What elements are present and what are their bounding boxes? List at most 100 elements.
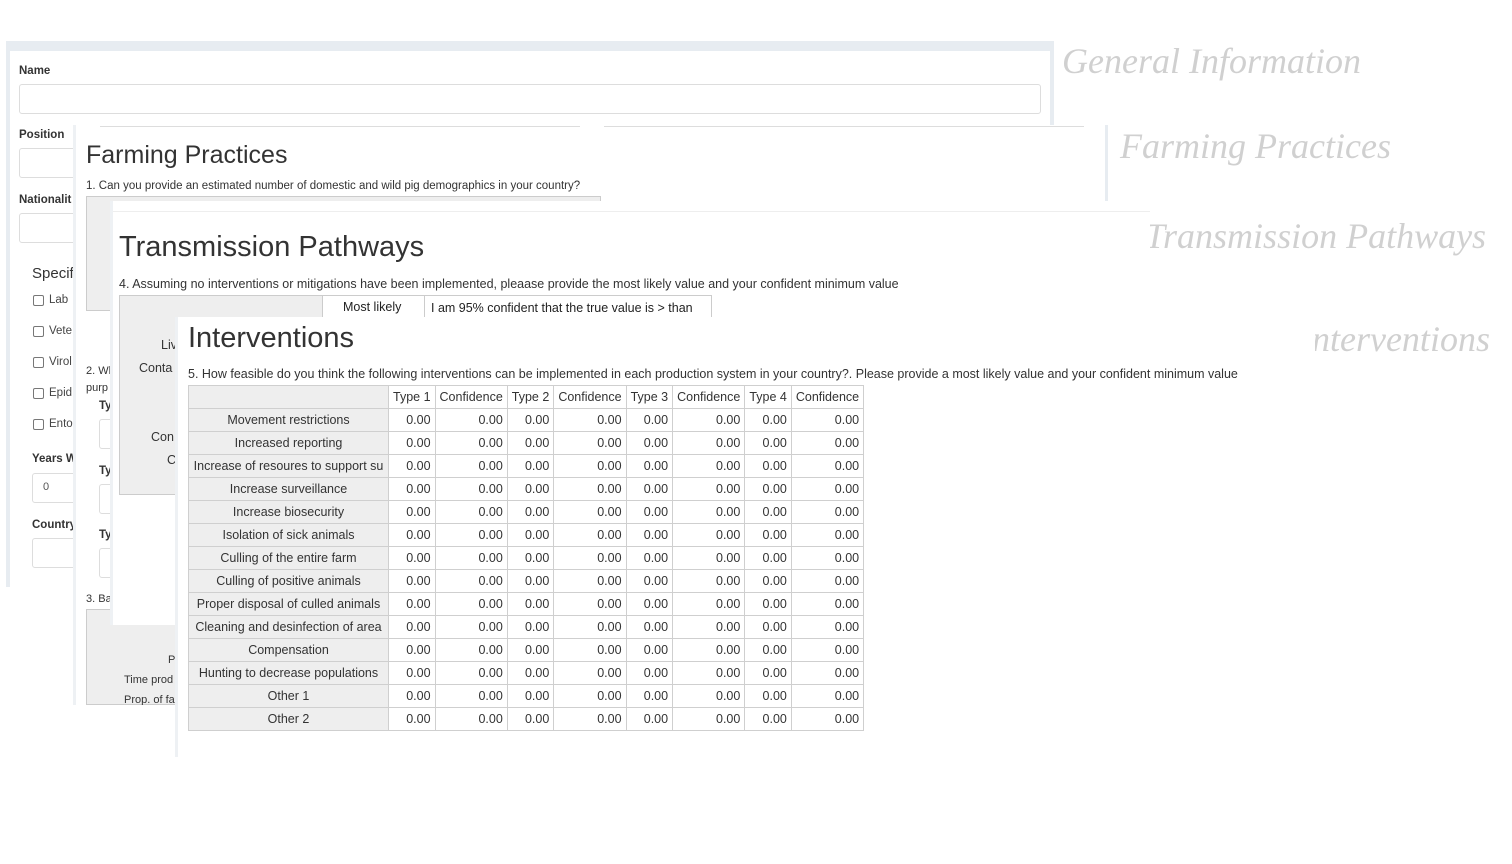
- value-cell[interactable]: 0.00: [434, 454, 508, 478]
- value-cell[interactable]: 0.00: [553, 500, 627, 524]
- value-cell[interactable]: 0.00: [672, 500, 746, 524]
- value-cell[interactable]: 0.00: [744, 523, 792, 547]
- value-cell[interactable]: 0.00: [553, 546, 627, 570]
- value-cell[interactable]: 0.00: [388, 500, 436, 524]
- value-cell[interactable]: 0.00: [434, 431, 508, 455]
- value-cell[interactable]: 0.00: [790, 477, 865, 501]
- value-cell[interactable]: 0.00: [672, 638, 746, 662]
- value-cell[interactable]: 0.00: [672, 569, 746, 593]
- value-cell[interactable]: 0.00: [434, 523, 508, 547]
- value-cell[interactable]: 0.00: [388, 546, 436, 570]
- value-cell[interactable]: 0.00: [744, 454, 792, 478]
- checkbox-box[interactable]: [33, 294, 44, 306]
- value-cell[interactable]: 0.00: [506, 569, 555, 593]
- value-cell[interactable]: 0.00: [790, 546, 865, 570]
- value-cell[interactable]: 0.00: [434, 661, 508, 685]
- checkbox-box[interactable]: [33, 356, 44, 368]
- value-cell[interactable]: 0.00: [790, 615, 865, 639]
- value-cell[interactable]: 0.00: [744, 546, 792, 570]
- value-cell[interactable]: 0.00: [744, 408, 792, 432]
- value-cell[interactable]: 0.00: [744, 615, 792, 639]
- value-cell[interactable]: 0.00: [625, 661, 674, 685]
- value-cell[interactable]: 0.00: [553, 661, 627, 685]
- value-cell[interactable]: 0.00: [625, 477, 674, 501]
- value-cell[interactable]: 0.00: [553, 684, 627, 708]
- value-cell[interactable]: 0.00: [553, 454, 627, 478]
- value-cell[interactable]: 0.00: [744, 707, 792, 731]
- value-cell[interactable]: 0.00: [553, 592, 627, 616]
- value-cell[interactable]: 0.00: [434, 592, 508, 616]
- value-cell[interactable]: 0.00: [434, 408, 508, 432]
- value-cell[interactable]: 0.00: [388, 523, 436, 547]
- value-cell[interactable]: 0.00: [625, 569, 674, 593]
- value-cell[interactable]: 0.00: [744, 684, 792, 708]
- value-cell[interactable]: 0.00: [744, 569, 792, 593]
- checkbox-epidemiology[interactable]: Epid: [33, 387, 72, 399]
- value-cell[interactable]: 0.00: [790, 431, 865, 455]
- value-cell[interactable]: 0.00: [625, 523, 674, 547]
- value-cell[interactable]: 0.00: [434, 684, 508, 708]
- value-cell[interactable]: 0.00: [790, 454, 865, 478]
- value-cell[interactable]: 0.00: [672, 454, 746, 478]
- value-cell[interactable]: 0.00: [388, 431, 436, 455]
- checkbox-box[interactable]: [33, 387, 44, 399]
- value-cell[interactable]: 0.00: [388, 615, 436, 639]
- value-cell[interactable]: 0.00: [553, 569, 627, 593]
- value-cell[interactable]: 0.00: [506, 615, 555, 639]
- value-cell[interactable]: 0.00: [506, 661, 555, 685]
- value-cell[interactable]: 0.00: [553, 408, 627, 432]
- name-input[interactable]: [19, 84, 1041, 114]
- value-cell[interactable]: 0.00: [790, 569, 865, 593]
- value-cell[interactable]: 0.00: [672, 684, 746, 708]
- value-cell[interactable]: 0.00: [672, 431, 746, 455]
- checkbox-box[interactable]: [33, 418, 44, 430]
- checkbox-entomology[interactable]: Ento: [33, 418, 73, 430]
- value-cell[interactable]: 0.00: [506, 500, 555, 524]
- value-cell[interactable]: 0.00: [744, 661, 792, 685]
- value-cell[interactable]: 0.00: [434, 569, 508, 593]
- value-cell[interactable]: 0.00: [790, 707, 865, 731]
- value-cell[interactable]: 0.00: [790, 500, 865, 524]
- value-cell[interactable]: 0.00: [388, 408, 436, 432]
- value-cell[interactable]: 0.00: [506, 454, 555, 478]
- value-cell[interactable]: 0.00: [672, 477, 746, 501]
- value-cell[interactable]: 0.00: [506, 592, 555, 616]
- value-cell[interactable]: 0.00: [672, 661, 746, 685]
- value-cell[interactable]: 0.00: [506, 477, 555, 501]
- value-cell[interactable]: 0.00: [434, 615, 508, 639]
- value-cell[interactable]: 0.00: [434, 546, 508, 570]
- value-cell[interactable]: 0.00: [553, 431, 627, 455]
- value-cell[interactable]: 0.00: [388, 477, 436, 501]
- value-cell[interactable]: 0.00: [625, 592, 674, 616]
- value-cell[interactable]: 0.00: [672, 707, 746, 731]
- value-cell[interactable]: 0.00: [790, 684, 865, 708]
- value-cell[interactable]: 0.00: [506, 546, 555, 570]
- value-cell[interactable]: 0.00: [625, 454, 674, 478]
- value-cell[interactable]: 0.00: [388, 454, 436, 478]
- value-cell[interactable]: 0.00: [388, 661, 436, 685]
- value-cell[interactable]: 0.00: [625, 638, 674, 662]
- value-cell[interactable]: 0.00: [506, 638, 555, 662]
- value-cell[interactable]: 0.00: [625, 546, 674, 570]
- value-cell[interactable]: 0.00: [625, 408, 674, 432]
- value-cell[interactable]: 0.00: [744, 638, 792, 662]
- value-cell[interactable]: 0.00: [553, 707, 627, 731]
- value-cell[interactable]: 0.00: [506, 408, 555, 432]
- value-cell[interactable]: 0.00: [553, 615, 627, 639]
- value-cell[interactable]: 0.00: [672, 615, 746, 639]
- checkbox-box[interactable]: [33, 325, 44, 337]
- value-cell[interactable]: 0.00: [506, 523, 555, 547]
- value-cell[interactable]: 0.00: [434, 638, 508, 662]
- value-cell[interactable]: 0.00: [506, 684, 555, 708]
- value-cell[interactable]: 0.00: [434, 477, 508, 501]
- value-cell[interactable]: 0.00: [506, 707, 555, 731]
- value-cell[interactable]: 0.00: [625, 431, 674, 455]
- value-cell[interactable]: 0.00: [388, 707, 436, 731]
- value-cell[interactable]: 0.00: [553, 523, 627, 547]
- value-cell[interactable]: 0.00: [388, 592, 436, 616]
- value-cell[interactable]: 0.00: [553, 638, 627, 662]
- value-cell[interactable]: 0.00: [434, 500, 508, 524]
- value-cell[interactable]: 0.00: [672, 592, 746, 616]
- value-cell[interactable]: 0.00: [790, 523, 865, 547]
- checkbox-virology[interactable]: Virol: [33, 356, 72, 368]
